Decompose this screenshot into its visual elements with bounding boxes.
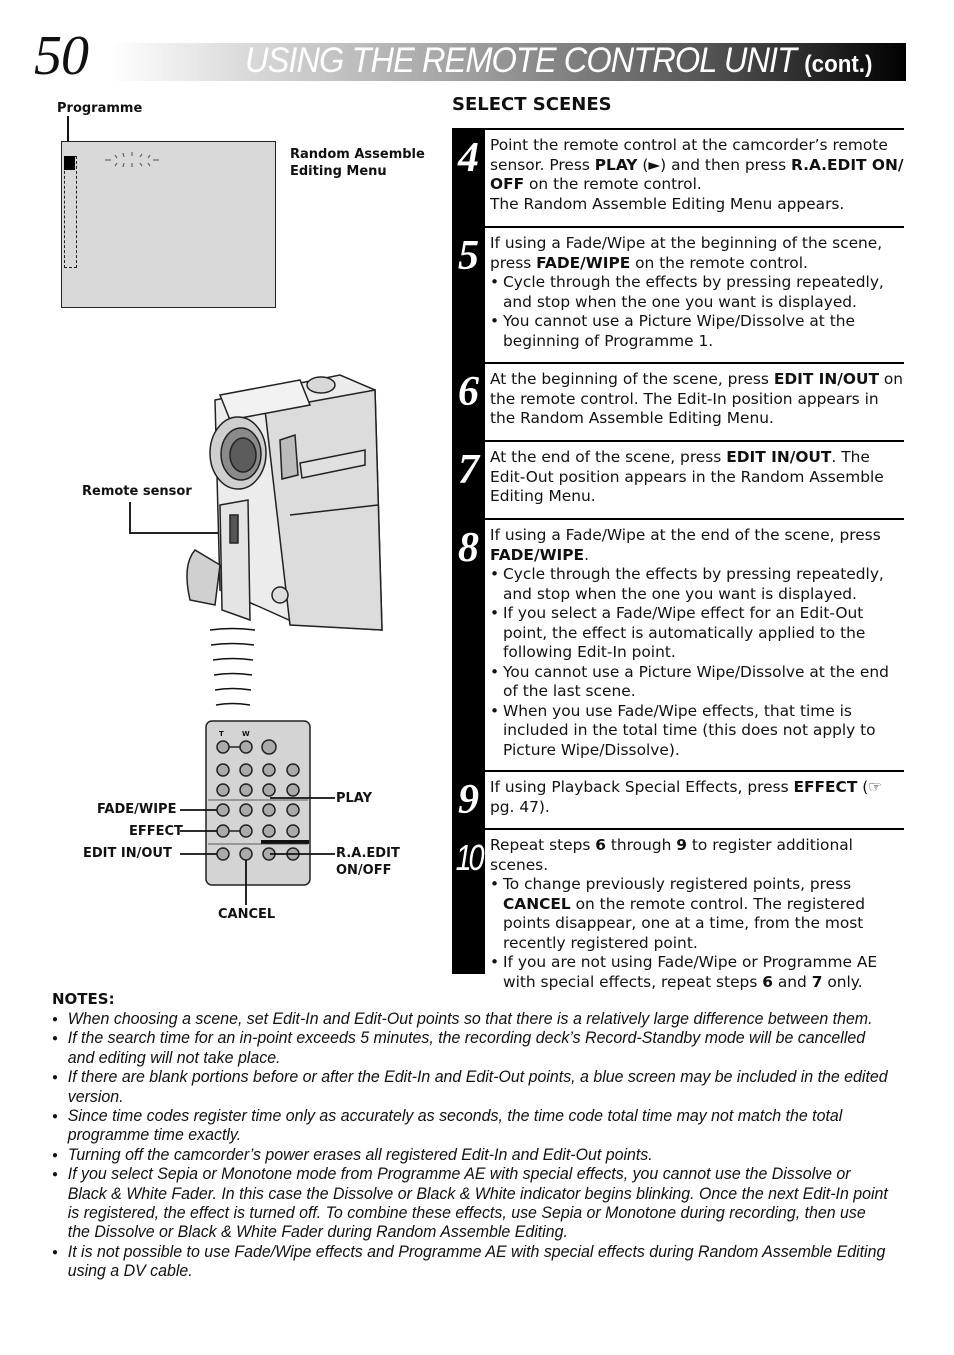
step-paragraph: At the beginning of the scene, press EDI…: [490, 370, 904, 427]
note-item: If there are blank portions before or af…: [52, 1068, 889, 1107]
step-bullet: • If you are not using Fade/Wipe or Progr…: [490, 953, 878, 991]
page-title-main: USING THE REMOTE CONTROL UNIT: [245, 41, 797, 80]
section-title: SELECT SCENES: [452, 94, 612, 115]
step-divider: [485, 128, 904, 130]
step-number-column: 4: [452, 128, 485, 226]
zoom-wide-label: W: [242, 730, 250, 738]
step-bullet: • You cannot use a Picture Wipe/Dissolve …: [490, 312, 855, 350]
menu-label: Random Assemble Editing Menu: [290, 147, 425, 179]
step-number-column: 8: [452, 518, 485, 770]
bullet-icon: •: [490, 565, 500, 583]
step-number: 7: [458, 447, 479, 493]
bullet-icon: •: [490, 701, 500, 720]
bullet-icon: •: [490, 875, 500, 893]
step-paragraph: At the end of the scene, press EDIT IN/O…: [490, 448, 884, 505]
note-item: Turning off the camcorder’s power erases…: [52, 1146, 889, 1166]
ra-edit-label: R.A.EDIT ON/OFF: [336, 846, 400, 878]
step-bullet: • If you select a Fade/Wipe effect for an…: [490, 604, 866, 661]
effect-label: EFFECT: [129, 824, 183, 839]
note-item: Since time codes register time only as a…: [52, 1107, 889, 1146]
step-bullet: • You cannot use a Picture Wipe/Dissolve …: [490, 662, 889, 701]
programme-list-outline: [64, 156, 77, 268]
step-text: If using a Fade/Wipe at the beginning of…: [490, 234, 904, 351]
step-10: 10 Repeat steps 6 through 9 to register a…: [452, 828, 904, 991]
cancel-label: CANCEL: [218, 907, 276, 922]
step-text: At the end of the scene, press EDIT IN/O…: [490, 448, 904, 507]
step-bullet: • Cycle through the effects by pressing r…: [490, 565, 884, 603]
step-number: 6: [458, 369, 479, 415]
step-bullet: • Cycle through the effects by pressing r…: [490, 273, 884, 311]
step-5: 5 If using a Fade/Wipe at the beginning o…: [452, 226, 904, 362]
random-assemble-screen: [61, 141, 276, 308]
step-text: Point the remote control at the camcorde…: [490, 136, 904, 214]
step-number-column: 9: [452, 770, 485, 828]
step-divider: [485, 828, 904, 830]
bullet-icon: •: [490, 273, 500, 291]
programme-label: Programme: [57, 101, 143, 116]
infrared-signal-icon: [209, 627, 256, 706]
bullet-icon: •: [490, 953, 500, 971]
step-text: If using Playback Special Effects, press…: [490, 778, 904, 817]
step-number-column: 6: [452, 362, 485, 440]
programme-indicator: [64, 156, 75, 170]
step-text: At the beginning of the scene, press EDI…: [490, 370, 904, 429]
bullet-icon: •: [490, 662, 500, 681]
step-9: 9 If using Playback Special Effects, pres…: [452, 770, 904, 828]
bullet-icon: •: [490, 312, 500, 330]
step-number-column: 5: [452, 226, 485, 362]
note-item: When choosing a scene, set Edit-In and E…: [52, 1010, 889, 1030]
step-paragraph: Point the remote control at the camcorde…: [490, 136, 904, 193]
step-text: If using a Fade/Wipe at the end of the s…: [490, 526, 904, 760]
page-title-suffix: (cont.): [804, 51, 873, 78]
step-text: Repeat steps 6 through 9 to register add…: [490, 836, 904, 992]
note-item: If the search time for an in-point excee…: [52, 1029, 889, 1068]
step-bullet: • To change previously registered points,…: [490, 875, 865, 952]
step-number: 10: [455, 837, 485, 878]
step-7: 7 At the end of the scene, press EDIT IN/…: [452, 440, 904, 518]
step-bullet: • When you use Fade/Wipe effects, that ti…: [490, 701, 876, 759]
note-item: If you select Sepia or Monotone mode fro…: [52, 1165, 889, 1243]
blink-indicator-icon: [105, 152, 159, 168]
step-4: 4 Point the remote control at the camcord…: [452, 128, 904, 226]
notes-title: NOTES:: [52, 990, 115, 1008]
step-number: 5: [458, 233, 479, 279]
step-number: 4: [458, 135, 479, 181]
page-title: USING THE REMOTE CONTROL UNIT (cont.): [245, 40, 872, 86]
step-8: 8 If using a Fade/Wipe at the end of the …: [452, 518, 904, 770]
edit-in-out-label: EDIT IN/OUT: [83, 846, 172, 861]
step-6: 6 At the beginning of the scene, press ED…: [452, 362, 904, 440]
page-number: 50: [34, 25, 89, 87]
step-divider: [485, 362, 904, 364]
bullet-icon: •: [490, 604, 500, 622]
step-number: 8: [458, 525, 479, 571]
step-number: 9: [458, 777, 479, 823]
notes-list: When choosing a scene, set Edit-In and E…: [52, 1010, 902, 1282]
step-divider: [485, 440, 904, 442]
play-label: PLAY: [336, 791, 373, 806]
step-paragraph: If using a Fade/Wipe at the end of the s…: [490, 526, 881, 564]
step-number-column: 7: [452, 440, 485, 518]
zoom-tele-label: T: [219, 730, 224, 738]
step-divider: [485, 518, 904, 520]
fade-wipe-label: FADE/WIPE: [97, 802, 177, 817]
step-divider: [485, 770, 904, 772]
step-paragraph: The Random Assemble Editing Menu appears…: [490, 194, 845, 213]
step-number-column: 10: [452, 828, 485, 974]
step-paragraph: Repeat steps 6 through 9 to register add…: [490, 836, 853, 874]
note-item: It is not possible to use Fade/Wipe effe…: [52, 1243, 889, 1282]
camcorder-illustration: [129, 374, 383, 706]
step-paragraph: If using a Fade/Wipe at the beginning of…: [490, 234, 883, 272]
step-paragraph: If using Playback Special Effects, press…: [490, 778, 883, 816]
step-divider: [485, 226, 904, 228]
